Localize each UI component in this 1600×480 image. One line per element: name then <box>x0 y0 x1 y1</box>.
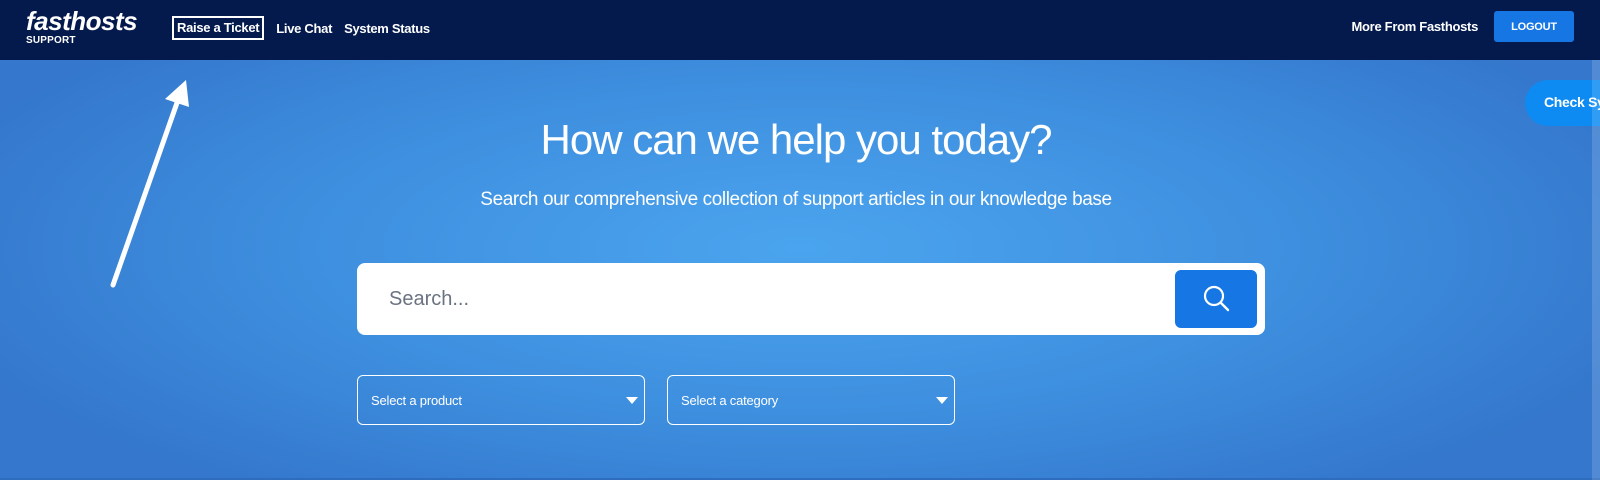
chevron-down-icon <box>936 397 948 404</box>
check-system-status-button[interactable]: Check System Status <box>1525 80 1600 126</box>
top-navigation-bar: fasthosts SUPPORT Raise a Ticket Live Ch… <box>0 0 1600 60</box>
category-select-value: Select a category <box>681 393 779 408</box>
search-input[interactable] <box>367 273 1147 325</box>
logout-button[interactable]: LOGOUT <box>1494 11 1574 42</box>
search-bar <box>357 263 1265 335</box>
support-page: fasthosts SUPPORT Raise a Ticket Live Ch… <box>0 0 1600 480</box>
page-subtitle: Search our comprehensive collection of s… <box>480 189 1112 210</box>
more-from-fasthosts-link[interactable]: More From Fasthosts <box>1352 19 1479 34</box>
search-button[interactable] <box>1175 270 1257 328</box>
chevron-down-icon <box>626 397 638 404</box>
product-select[interactable]: Select a product <box>357 375 645 425</box>
product-select-value: Select a product <box>371 393 462 408</box>
hero-search-section: How can we help you today? Search our co… <box>0 60 1600 480</box>
search-icon <box>1202 284 1230 315</box>
main-nav: Raise a Ticket Live Chat System Status <box>172 15 430 41</box>
brand-subtitle: SUPPORT <box>26 35 76 46</box>
fasthosts-logo[interactable]: fasthosts SUPPORT <box>26 6 138 47</box>
nav-live-chat-link[interactable]: Live Chat <box>276 21 332 36</box>
header-actions: More From Fasthosts LOGOUT <box>1352 11 1574 42</box>
category-select[interactable]: Select a category <box>667 375 955 425</box>
brand-name: fasthosts <box>26 6 138 36</box>
page-title: How can we help you today? <box>540 116 1053 163</box>
nav-raise-ticket-link[interactable]: Raise a Ticket <box>172 16 265 40</box>
scrollbar[interactable] <box>1592 60 1600 480</box>
nav-system-status-link[interactable]: System Status <box>344 21 430 36</box>
